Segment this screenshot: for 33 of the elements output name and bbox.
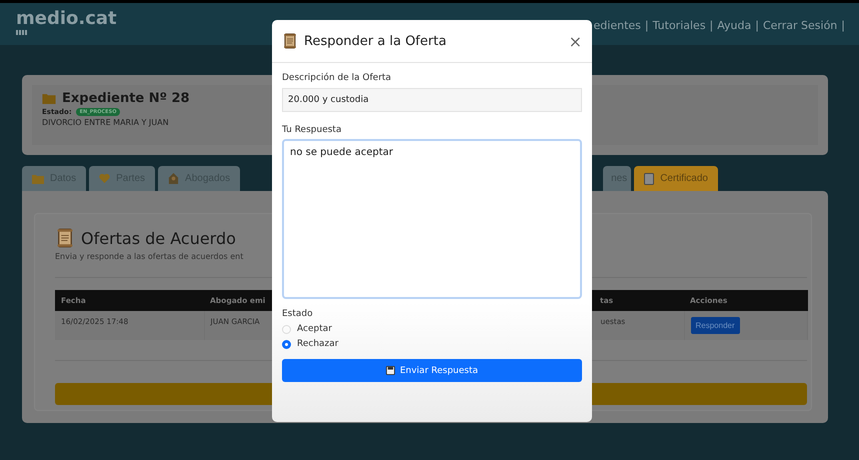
description-field[interactable]: 20.000 y custodia bbox=[282, 88, 582, 112]
heart-icon bbox=[99, 174, 110, 184]
radio-label[interactable]: Rechazar bbox=[297, 339, 338, 349]
field-label: Estado bbox=[282, 309, 314, 319]
nav-link[interactable]: edientes bbox=[594, 19, 641, 32]
nav-link[interactable]: Cerrar Sesión bbox=[762, 19, 838, 32]
folder-icon bbox=[42, 93, 56, 104]
close-button[interactable]: × bbox=[568, 32, 582, 50]
nav-separator: | bbox=[710, 19, 714, 32]
respond-button[interactable]: Responder bbox=[690, 317, 740, 334]
radio-button[interactable] bbox=[282, 340, 291, 348]
nav-link[interactable]: Tutoriales bbox=[652, 19, 706, 32]
logo-bars-icon bbox=[16, 30, 27, 35]
field-label: Tu Respuesta bbox=[282, 125, 342, 135]
case-description: DIVORCIO ENTRE MARIA Y JUAN bbox=[42, 118, 170, 127]
case-title: Expediente Nº 28 bbox=[62, 91, 190, 106]
submit-button[interactable]: Enviar Respuesta bbox=[282, 359, 582, 382]
section-title: Ofertas de Acuerdo bbox=[81, 228, 236, 248]
nav-separator: | bbox=[755, 19, 759, 32]
radio-label[interactable]: Aceptar bbox=[297, 324, 332, 334]
dialog-title: Responder a la Oferta bbox=[304, 34, 448, 48]
scroll-icon bbox=[282, 33, 298, 49]
scroll-icon bbox=[55, 228, 75, 248]
logo-text[interactable]: medio.cat bbox=[16, 9, 117, 29]
floppy-icon bbox=[386, 366, 395, 375]
document-icon bbox=[644, 172, 654, 184]
field-label: Descripción de la Oferta bbox=[282, 73, 392, 83]
nav-separator: | bbox=[644, 19, 649, 32]
folder-icon bbox=[32, 174, 44, 184]
nav-link[interactable]: Ayuda bbox=[717, 19, 752, 32]
tab[interactable]: Certificado bbox=[634, 166, 718, 191]
nav-separator: | bbox=[841, 19, 845, 32]
response-field[interactable]: no se puede aceptar bbox=[282, 139, 582, 299]
